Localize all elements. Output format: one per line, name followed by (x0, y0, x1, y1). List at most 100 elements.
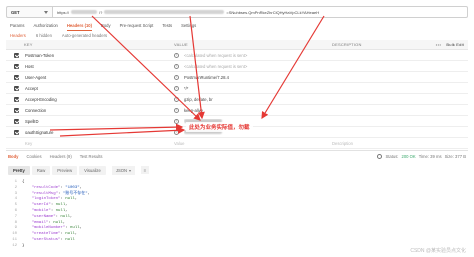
header-row[interactable]: Accept i */* (6, 83, 468, 94)
globe-icon (377, 154, 383, 159)
code-token: null (65, 237, 75, 242)
url-mid: /? (99, 9, 103, 15)
header-key[interactable]: User-Agent (25, 75, 174, 80)
info-icon[interactable]: i (174, 63, 179, 69)
checkbox[interactable] (14, 129, 19, 135)
code-token: , (74, 232, 78, 237)
headers-subtabs: Headers 6 hidden Auto-generated headers (10, 33, 107, 38)
header-value[interactable]: PostmanRuntime/7.28.4 (184, 75, 342, 80)
code-token: , (87, 191, 91, 196)
info-icon[interactable]: i (174, 52, 179, 58)
column-description: DESCRIPTION (332, 42, 362, 47)
checkbox[interactable] (14, 63, 19, 69)
checkbox[interactable] (14, 96, 19, 102)
watermark: CSDN @某实验员点文化 (410, 248, 466, 254)
checkbox[interactable] (14, 85, 19, 91)
header-value[interactable]: gzip, deflate, br (184, 97, 342, 102)
response-size: Size: 377 B (444, 154, 466, 159)
header-key[interactable]: Connection (25, 108, 174, 113)
code-line: 12} (8, 244, 90, 250)
header-key[interactable]: SpellID (25, 119, 174, 124)
tab-headers-10[interactable]: Headers (10) (66, 23, 93, 31)
more-options-icon[interactable]: ••• (436, 42, 442, 47)
checkbox[interactable] (14, 74, 19, 80)
column-key: KEY (24, 42, 33, 47)
tab-params[interactable]: Params (10, 23, 24, 28)
line-number: 12 (12, 243, 17, 248)
code-token: , (70, 214, 73, 219)
tab-settings[interactable]: Settings (181, 23, 196, 28)
auto-generated-label: Auto-generated headers (61, 33, 108, 38)
format-select[interactable]: JSON (111, 166, 136, 175)
code-token: , (74, 197, 78, 202)
header-value[interactable]: */* (184, 86, 342, 91)
request-tabs: Params Authorization Headers (10) Body Pre-r… (10, 23, 196, 31)
new-key-input[interactable]: Key (25, 141, 174, 146)
header-value[interactable]: <calculated when request is sent> (184, 64, 342, 69)
header-value[interactable]: keep-alive (184, 108, 342, 113)
new-description-input[interactable]: Description (332, 141, 424, 146)
response-tab-headers-9[interactable]: Headers (9) (50, 154, 72, 159)
tab-tests[interactable]: Tests (162, 23, 172, 28)
checkbox[interactable] (14, 107, 19, 113)
new-header-row[interactable]: Key Value Description (6, 138, 468, 149)
header-row[interactable]: User-Agent i PostmanRuntime/7.28.4 (6, 72, 468, 83)
tab-pre-request-script[interactable]: Pre-request Script (120, 23, 154, 28)
header-row[interactable]: Host i <calculated when request is sent> (6, 61, 468, 72)
response-tabs: Body Cookies Headers (9) Test Results (8, 154, 103, 159)
new-value-input[interactable]: Value (174, 141, 332, 146)
header-value[interactable]: <calculated when request is sent> (184, 53, 342, 58)
code-token: } (22, 243, 25, 248)
status-label: Status: (385, 154, 399, 159)
method-select[interactable]: GET (6, 6, 52, 18)
hidden-headers-toggle[interactable]: 6 hidden (36, 33, 52, 38)
header-key[interactable]: Host (25, 64, 174, 69)
checkbox[interactable] (14, 118, 19, 124)
info-icon[interactable]: i (174, 129, 179, 135)
method-label: GET (11, 9, 20, 15)
header-row[interactable]: Postman-Token i <calculated when request i… (6, 50, 468, 61)
response-body: 1{2 "resultCode": "1003", 3 "resultMsg": … (8, 180, 90, 250)
tab-body[interactable]: Body (101, 23, 111, 28)
view-pretty-button[interactable]: Pretty (8, 166, 30, 175)
header-row[interactable]: Accept-Encoding i gzip, deflate, br (6, 94, 468, 105)
info-icon[interactable]: i (174, 118, 179, 124)
table-header: KEY VALUE DESCRIPTION ••• Bulk Edit (6, 40, 468, 50)
response-tab-body[interactable]: Body (8, 154, 18, 159)
response-view-bar: Pretty Raw Preview Visualize JSON ≡ (8, 166, 150, 175)
headers-label[interactable]: Headers (10, 33, 26, 38)
header-key[interactable]: Accept-Encoding (25, 97, 174, 102)
section-divider (6, 150, 468, 151)
response-tab-cookies[interactable]: Cookies (26, 154, 41, 159)
response-tab-test-results[interactable]: Test Results (80, 154, 103, 159)
view-buttons: Pretty Raw Preview Visualize (8, 166, 106, 175)
view-visualize-button[interactable]: Visualize (79, 166, 106, 175)
view-preview-button[interactable]: Preview (52, 166, 78, 175)
wrap-lines-icon[interactable]: ≡ (141, 166, 150, 174)
annotation-note: 此处为业务实际值，勿截 (186, 122, 253, 132)
header-key[interactable]: oauthSignature (25, 130, 174, 135)
bulk-edit-link[interactable]: Bulk Edit (446, 42, 464, 47)
chevron-down-icon (129, 169, 132, 172)
url-end: =SNuhbses.QmPnRkeZhrClQHyHaVpCLkYAHeaeH (226, 9, 320, 15)
redacted-query (104, 10, 225, 14)
response-status: Status: 200 OK Time: 39 ms Size: 377 B (377, 154, 466, 159)
status-value: 200 OK (401, 154, 416, 159)
code-token: , (79, 226, 83, 231)
redacted-host (71, 10, 98, 14)
header-row[interactable]: Connection i keep-alive (6, 105, 468, 116)
tab-authorization[interactable]: Authorization (33, 23, 57, 28)
info-icon[interactable]: i (174, 107, 179, 113)
column-value: VALUE (174, 42, 188, 47)
header-key[interactable]: Postman-Token (25, 53, 174, 58)
view-raw-button[interactable]: Raw (31, 166, 51, 175)
info-icon[interactable]: i (174, 74, 179, 80)
headers-table: KEY VALUE DESCRIPTION ••• Bulk Edit Post… (6, 40, 468, 149)
header-key[interactable]: Accept (25, 86, 174, 91)
info-icon[interactable]: i (174, 85, 179, 91)
info-icon[interactable]: i (174, 96, 179, 102)
url-input[interactable]: https:// /? =SNuhbses.QmPnRkeZhrClQHyHaV… (52, 6, 468, 18)
chevron-down-icon (44, 10, 48, 14)
checkbox[interactable] (14, 52, 19, 58)
url-start: https:// (57, 9, 70, 15)
